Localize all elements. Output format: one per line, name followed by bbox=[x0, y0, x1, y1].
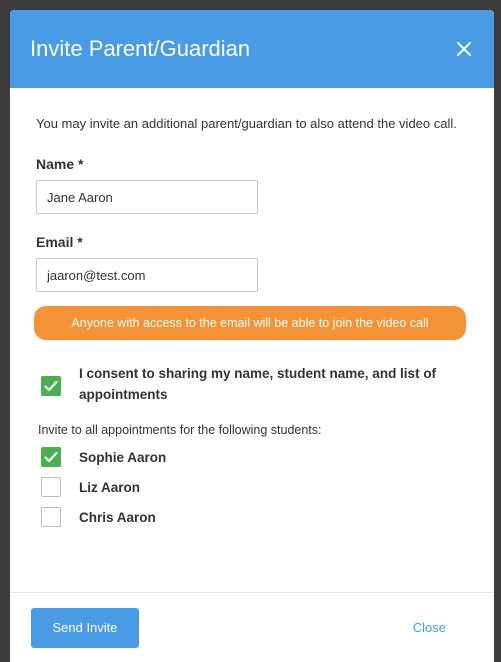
student-name-liz: Liz Aaron bbox=[79, 479, 141, 495]
consent-checkbox[interactable] bbox=[41, 376, 61, 396]
student-row-chris[interactable]: Chris Aaron bbox=[36, 507, 466, 527]
modal-title: Invite Parent/Guardian bbox=[30, 36, 251, 61]
consent-row[interactable]: I consent to sharing my name, student na… bbox=[36, 362, 466, 405]
student-name-sophie: Sophie Aaron bbox=[79, 449, 167, 465]
student-row-sophie[interactable]: Sophie Aaron bbox=[36, 447, 466, 467]
consent-label: I consent to sharing my name, student na… bbox=[79, 366, 437, 402]
checkmark-icon bbox=[44, 380, 58, 392]
email-warning-banner: Anyone with access to the email will be … bbox=[34, 306, 466, 340]
modal-backdrop: Invite Parent/Guardian You may invite an… bbox=[0, 0, 501, 662]
modal-footer: Send Invite Close bbox=[10, 592, 494, 662]
modal-header: Invite Parent/Guardian bbox=[10, 10, 494, 88]
invite-modal: Invite Parent/Guardian You may invite an… bbox=[10, 10, 494, 662]
student-row-liz[interactable]: Liz Aaron bbox=[36, 477, 466, 497]
email-field-group: Email * bbox=[36, 234, 466, 292]
name-input[interactable] bbox=[36, 180, 258, 214]
name-field-group: Name * bbox=[36, 156, 466, 214]
email-label: Email * bbox=[36, 234, 83, 250]
student-checkbox-chris[interactable] bbox=[41, 507, 61, 527]
close-button[interactable]: Close bbox=[413, 620, 446, 635]
email-input[interactable] bbox=[36, 258, 258, 292]
checkmark-icon bbox=[44, 451, 58, 463]
close-icon[interactable] bbox=[452, 37, 476, 61]
intro-text: You may invite an additional parent/guar… bbox=[36, 116, 457, 131]
student-checkbox-sophie[interactable] bbox=[41, 447, 61, 467]
modal-body: You may invite an additional parent/guar… bbox=[10, 88, 494, 527]
name-label: Name * bbox=[36, 156, 84, 172]
student-checkbox-liz[interactable] bbox=[41, 477, 61, 497]
students-title: Invite to all appointments for the follo… bbox=[38, 423, 322, 437]
send-invite-button[interactable]: Send Invite bbox=[31, 607, 139, 648]
student-name-chris: Chris Aaron bbox=[79, 509, 156, 525]
